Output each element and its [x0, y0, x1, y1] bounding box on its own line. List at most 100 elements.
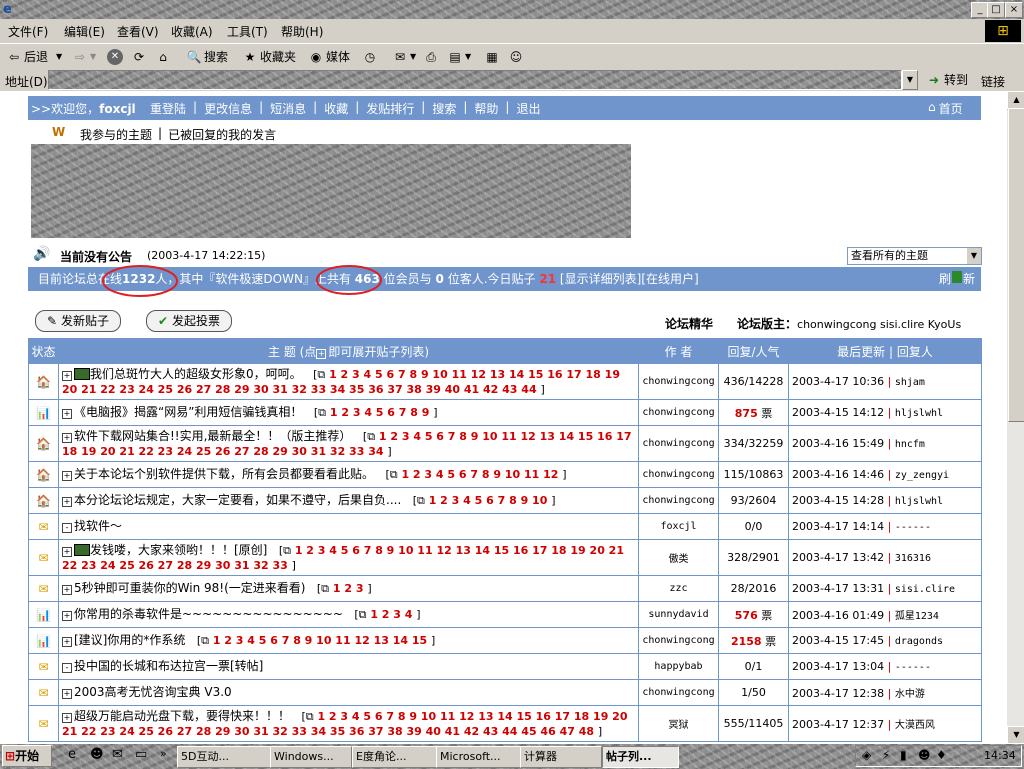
last-replier[interactable]: shjam — [895, 377, 925, 388]
edit-button[interactable]: ▤ ▼ — [447, 48, 471, 66]
expand-toggle[interactable]: + — [62, 471, 72, 481]
nav-ranking[interactable]: 发贴排行 — [366, 100, 414, 117]
task-forum-active[interactable]: 帖子列... — [602, 746, 679, 768]
nav-relogin[interactable]: 重登陆 — [150, 100, 186, 117]
topic-title-link[interactable]: 《电脑报》揭露“网易”利用短信骗钱真相！ — [74, 405, 302, 419]
nav-favorites[interactable]: 收藏 — [324, 100, 348, 117]
refresh-button[interactable]: ⟳ — [131, 48, 147, 66]
address-dropdown-button[interactable]: ▼ — [902, 70, 918, 90]
menu-view[interactable]: 查看(V) — [117, 23, 159, 40]
author-cell[interactable]: chonwingcong — [638, 363, 719, 400]
expand-toggle[interactable]: + — [62, 497, 72, 507]
last-replier[interactable]: 大漠西风 — [895, 720, 935, 731]
author-cell[interactable]: 冥狱 — [638, 705, 719, 742]
topic-title-link[interactable]: 超级万能启动光盘下载，要得快来！！！ — [74, 709, 290, 723]
page-links[interactable]: 1 2 3 — [333, 582, 364, 595]
mail-button[interactable]: ✉ ▼ — [392, 48, 416, 66]
new-post-button[interactable]: ✎ 发新贴子 — [35, 310, 121, 332]
tray-icon-2[interactable]: ⚡ — [882, 748, 890, 762]
topic-title-link[interactable]: 本分论坛论坛规定，大家一定要看，如果不遵守，后果自负.... — [74, 493, 401, 507]
task-edu[interactable]: E度角论... — [352, 746, 437, 768]
expand-toggle[interactable]: + — [62, 409, 72, 419]
start-button[interactable]: ⊞开始 — [2, 745, 52, 767]
forward-button[interactable]: ⇨ ▼ — [72, 48, 96, 66]
author-cell[interactable]: 傲类 — [638, 539, 719, 576]
author-cell[interactable]: chonwingcong — [638, 425, 719, 462]
tray-icon-5[interactable]: ♦ — [936, 748, 947, 762]
back-button[interactable]: ⇦ 后退 ▼ — [6, 48, 62, 66]
stop-button[interactable]: ✕ — [107, 48, 123, 66]
quicklaunch-outlook-icon[interactable]: ✉ — [112, 747, 123, 762]
page-links[interactable]: 1 2 3 4 5 6 7 8 9 10 11 12 13 14 15 — [213, 634, 427, 647]
expand-toggle[interactable]: + — [62, 585, 72, 595]
links-button[interactable]: 链接 — [981, 73, 1005, 90]
author-cell[interactable]: happybab — [638, 653, 719, 680]
topic-title-link[interactable]: [建议]你用的*作系统 — [74, 633, 185, 647]
page-links[interactable]: 1 2 3 4 5 6 7 8 9 — [330, 406, 430, 419]
topic-title-link[interactable]: 关于本论坛个别软件提供下载，所有会员都要看看此贴。 — [74, 467, 374, 481]
topic-title-link[interactable]: 2003高考无忧咨询宝典 V3.0 — [74, 685, 232, 699]
nav-messages[interactable]: 短消息 — [270, 100, 306, 117]
topic-title-link[interactable]: 你常用的杀毒软件是~~~~~~~~~~~~~~~~ — [74, 607, 343, 621]
topic-title-link[interactable]: 5秒钟即可重装你的Win 98!(一定进来看看) — [74, 581, 305, 595]
author-cell[interactable]: foxcjl — [638, 513, 719, 540]
last-replier[interactable]: ------ — [895, 662, 931, 673]
page-links[interactable]: 1 2 3 4 — [370, 608, 412, 621]
search-button[interactable]: 🔍 搜索 — [186, 48, 229, 66]
expand-toggle[interactable]: - — [62, 663, 72, 673]
expand-toggle[interactable]: + — [62, 637, 72, 647]
discuss-button[interactable]: ▦ — [484, 48, 500, 66]
quicklaunch-qq-icon[interactable]: ☻ — [90, 747, 104, 762]
menu-favorites[interactable]: 收藏(A) — [171, 23, 213, 40]
menu-file[interactable]: 文件(F) — [8, 23, 48, 40]
messenger-button[interactable]: ☺ — [508, 48, 524, 66]
go-button[interactable]: ➜ 转到 — [926, 71, 968, 88]
quicklaunch-desktop-icon[interactable]: ▭ — [135, 747, 147, 762]
last-replier[interactable]: 孤星1234 — [895, 611, 939, 622]
menu-tools[interactable]: 工具(T) — [227, 23, 268, 40]
menu-edit[interactable]: 编辑(E) — [64, 23, 105, 40]
expand-toggle[interactable]: + — [62, 611, 72, 621]
expand-toggle[interactable]: - — [62, 523, 72, 533]
topic-title-link[interactable]: 发钱喽，大家来领哟！！！[原创] — [90, 543, 267, 557]
view-topics-select[interactable]: 查看所有的主题 ▼ — [847, 247, 982, 265]
last-replier[interactable]: hljslwhl — [895, 408, 943, 419]
last-replier[interactable]: hljslwhl — [895, 496, 943, 507]
home-link[interactable]: ⌂ 首页 — [928, 100, 963, 117]
quicklaunch-more-icon[interactable]: » — [160, 747, 167, 760]
last-replier[interactable]: 水中游 — [895, 689, 925, 700]
refresh-link[interactable]: 刷新 — [939, 267, 975, 291]
task-windows[interactable]: Windows... — [270, 746, 352, 768]
tray-icon-3[interactable]: ▮ — [900, 748, 907, 762]
history-button[interactable]: ◷ — [362, 48, 378, 66]
favorites-button[interactable]: ★ 收藏夹 — [242, 48, 296, 66]
author-cell[interactable]: chonwingcong — [638, 679, 719, 706]
topic-title-link[interactable]: 我们总斑竹大人的超级女形象0，呵呵。 — [90, 367, 302, 381]
new-poll-button[interactable]: ✔ 发起投票 — [146, 310, 232, 332]
page-links[interactable]: 1 2 3 4 5 6 7 8 9 10 — [429, 494, 548, 507]
scroll-thumb[interactable] — [1008, 108, 1024, 422]
quicklaunch-ie-icon[interactable]: e — [68, 747, 76, 762]
online-users-link[interactable]: [在线用户] — [641, 272, 698, 286]
topic-title-link[interactable]: 软件下载网站集合!!实用,最新最全！！（版主推荐） — [74, 429, 351, 443]
replied-link[interactable]: 已被回复的我的发言 — [168, 126, 276, 143]
last-replier[interactable]: sisi.clire — [895, 584, 955, 595]
task-5d[interactable]: 5D互动... — [177, 746, 271, 768]
topic-title-link[interactable]: 投中国的长城和布达拉宫一票[转帖] — [74, 659, 263, 673]
author-cell[interactable]: chonwingcong — [638, 627, 719, 654]
my-topics-link[interactable]: 我参与的主题 — [80, 126, 152, 143]
expand-toggle[interactable]: + — [62, 689, 72, 699]
nav-search[interactable]: 搜索 — [432, 100, 456, 117]
author-cell[interactable]: zzc — [638, 575, 719, 602]
nav-logout[interactable]: 退出 — [516, 100, 540, 117]
print-button[interactable]: ⎙ — [423, 48, 439, 66]
tray-icon-1[interactable]: ◈ — [862, 748, 871, 762]
maximize-button[interactable]: □ — [987, 2, 1005, 18]
expand-toggle[interactable]: + — [62, 370, 72, 381]
expand-toggle[interactable]: + — [62, 432, 72, 443]
close-button[interactable]: × — [1005, 2, 1023, 18]
author-cell[interactable]: chonwingcong — [638, 487, 719, 514]
nav-help[interactable]: 帮助 — [474, 100, 498, 117]
address-input[interactable] — [48, 70, 902, 90]
author-cell[interactable]: chonwingcong — [638, 461, 719, 488]
